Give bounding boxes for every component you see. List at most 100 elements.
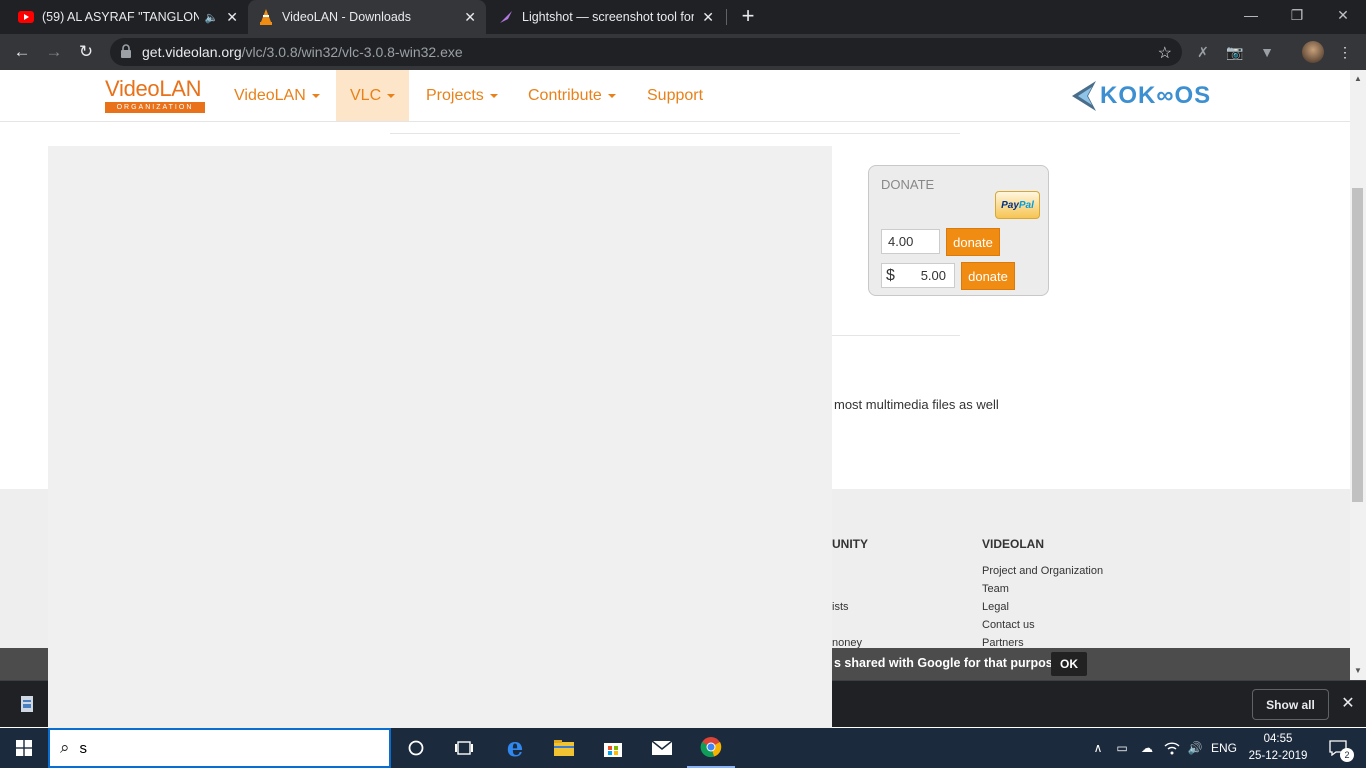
star-icon[interactable]: ☆ bbox=[1158, 43, 1172, 63]
paypal-text-b: Pal bbox=[1018, 199, 1034, 211]
tab-title: Lightshot — screenshot tool for M bbox=[522, 10, 695, 24]
windows-start-icon[interactable] bbox=[0, 728, 48, 768]
footer-link[interactable]: ists bbox=[832, 601, 849, 613]
wifi-icon[interactable] bbox=[1162, 728, 1182, 768]
extension-x-icon[interactable]: ✗ bbox=[1194, 43, 1212, 61]
restore-icon[interactable]: ❐ bbox=[1274, 0, 1320, 30]
new-tab-button[interactable]: + bbox=[737, 5, 759, 28]
browser-toolbar: ← → ↻ get.videolan.org/vlc/3.0.8/win32/v… bbox=[0, 34, 1366, 70]
menu-projects[interactable]: Projects bbox=[412, 70, 512, 121]
scroll-down-icon[interactable]: ▼ bbox=[1350, 664, 1366, 678]
currency-symbol: $ bbox=[886, 266, 895, 284]
search-query: s bbox=[79, 739, 88, 757]
avatar[interactable] bbox=[1302, 41, 1324, 63]
cortana-icon[interactable] bbox=[392, 728, 440, 768]
task-view-icon[interactable] bbox=[440, 728, 488, 768]
menu-contribute[interactable]: Contribute bbox=[514, 70, 630, 121]
show-all-button[interactable]: Show all bbox=[1252, 689, 1329, 720]
menu-label: VLC bbox=[350, 87, 382, 104]
store-icon[interactable] bbox=[589, 728, 637, 768]
vpn-v-icon[interactable]: ▼ bbox=[1258, 43, 1276, 61]
taskbar-search-input[interactable]: ⌕ s bbox=[48, 728, 391, 768]
notification-icon[interactable]: 2 bbox=[1320, 728, 1356, 768]
videolan-logo[interactable]: VideoLAN ORGANIZATION bbox=[105, 78, 205, 114]
vlc-cone-icon bbox=[258, 9, 274, 25]
kokoos-text: KOK∞OS bbox=[1100, 82, 1212, 109]
more-menu-icon[interactable]: ⋮ bbox=[1336, 43, 1354, 61]
lightshot-feather-icon bbox=[498, 9, 514, 25]
kokoos-k-icon bbox=[1072, 81, 1096, 111]
address-bar[interactable]: get.videolan.org/vlc/3.0.8/win32/vlc-3.0… bbox=[110, 38, 1182, 66]
close-tab-icon[interactable]: ✕ bbox=[226, 9, 238, 26]
tab-lightshot[interactable]: Lightshot — screenshot tool for M ✕ bbox=[488, 0, 724, 34]
youtube-icon bbox=[18, 9, 34, 25]
donate-amount-input[interactable]: 4.00 bbox=[881, 229, 940, 254]
menu-support[interactable]: Support bbox=[633, 70, 717, 121]
donate-box: DONATE Pay Pal 4.00 donate $ 5.00 donate bbox=[868, 165, 1049, 296]
tab-title: (59) AL ASYRAF "TANGLONG bbox=[42, 10, 199, 24]
clock-time: 04:55 bbox=[1263, 733, 1293, 745]
donate-label: DONATE bbox=[881, 177, 935, 192]
caret-down-icon bbox=[489, 93, 498, 98]
minimize-icon[interactable]: — bbox=[1228, 0, 1274, 30]
footer-link[interactable]: Team bbox=[982, 583, 1009, 595]
close-window-icon[interactable]: ✕ bbox=[1320, 0, 1366, 30]
scroll-thumb[interactable] bbox=[1352, 188, 1363, 502]
paypal-button[interactable]: Pay Pal bbox=[995, 191, 1040, 219]
description-text: most multimedia files as well bbox=[834, 397, 999, 412]
donate-button[interactable]: donate bbox=[946, 228, 1000, 256]
speaker-icon[interactable]: 🔈 bbox=[205, 11, 219, 24]
menu-label: Projects bbox=[426, 87, 484, 104]
mail-icon[interactable] bbox=[638, 728, 686, 768]
paypal-text-a: Pay bbox=[1001, 199, 1019, 211]
footer-link[interactable]: Legal bbox=[982, 601, 1009, 613]
onedrive-icon[interactable]: ☁ bbox=[1137, 728, 1157, 768]
clock[interactable]: 04:55 25-12-2019 bbox=[1242, 731, 1314, 765]
tab-title: VideoLAN - Downloads bbox=[282, 10, 412, 24]
site-navbar: VideoLAN ORGANIZATION VideoLAN VLC Proje… bbox=[0, 70, 1350, 122]
kokoos-logo[interactable]: KOK∞OS bbox=[1070, 78, 1232, 114]
donate-button[interactable]: donate bbox=[961, 262, 1015, 290]
tab-youtube[interactable]: (59) AL ASYRAF "TANGLONG 🔈 ✕ bbox=[8, 0, 248, 34]
search-icon: ⌕ bbox=[60, 738, 70, 757]
tab-strip: (59) AL ASYRAF "TANGLONG 🔈 ✕ VideoLAN - … bbox=[0, 0, 1366, 34]
language-indicator[interactable]: ENG bbox=[1210, 728, 1238, 768]
file-explorer-icon[interactable] bbox=[540, 728, 588, 768]
forward-icon[interactable]: → bbox=[40, 38, 68, 66]
camera-icon[interactable]: 📷 bbox=[1226, 43, 1244, 61]
menu-vlc[interactable]: VLC bbox=[336, 70, 410, 121]
logo-subtext: ORGANIZATION bbox=[105, 102, 205, 113]
notification-count: 2 bbox=[1340, 748, 1354, 762]
volume-icon[interactable]: 🔊 bbox=[1185, 728, 1205, 768]
tab-videolan[interactable]: VideoLAN - Downloads ✕ bbox=[248, 0, 486, 34]
battery-icon[interactable]: ▭ bbox=[1112, 728, 1132, 768]
menu-videolan[interactable]: VideoLAN bbox=[220, 70, 334, 121]
scroll-up-icon[interactable]: ▲ bbox=[1350, 72, 1366, 86]
menu-label: Support bbox=[647, 87, 704, 104]
donate-amount-input-usd[interactable]: $ 5.00 bbox=[881, 263, 955, 288]
lock-icon bbox=[120, 44, 132, 58]
back-icon[interactable]: ← bbox=[8, 38, 36, 66]
close-shelf-icon[interactable]: ✕ bbox=[1338, 693, 1358, 713]
footer-heading-community: UNITY bbox=[832, 537, 868, 551]
reload-icon[interactable]: ↻ bbox=[72, 38, 100, 66]
close-tab-icon[interactable]: ✕ bbox=[702, 9, 714, 26]
edge-icon[interactable]: e bbox=[491, 728, 539, 768]
windows-taskbar: ⌕ s e ∧ ▭ ☁ 🔊 ENG 04:55 25-12-2019 2 bbox=[0, 728, 1366, 768]
cookie-ok-button[interactable]: OK bbox=[1051, 652, 1087, 676]
menu-label: Contribute bbox=[528, 87, 602, 104]
footer-link[interactable]: Contact us bbox=[982, 619, 1035, 631]
clock-date: 25-12-2019 bbox=[1248, 750, 1308, 762]
tray-overflow-icon[interactable]: ∧ bbox=[1090, 728, 1106, 768]
url-host: get.videolan.org bbox=[142, 44, 242, 60]
footer-link[interactable]: Project and Organization bbox=[982, 565, 1103, 577]
page-scrollbar[interactable]: ▲ ▼ bbox=[1350, 70, 1366, 680]
footer-heading-videolan: VIDEOLAN bbox=[982, 537, 1045, 551]
cookie-text: s shared with Google for that purpose. bbox=[834, 656, 1064, 670]
chrome-icon[interactable] bbox=[687, 728, 735, 768]
download-file-icon[interactable] bbox=[19, 695, 35, 713]
close-tab-icon[interactable]: ✕ bbox=[464, 9, 476, 26]
amount-value: 4.00 bbox=[888, 234, 914, 249]
caret-down-icon bbox=[607, 93, 616, 98]
search-results-pane bbox=[48, 146, 832, 728]
